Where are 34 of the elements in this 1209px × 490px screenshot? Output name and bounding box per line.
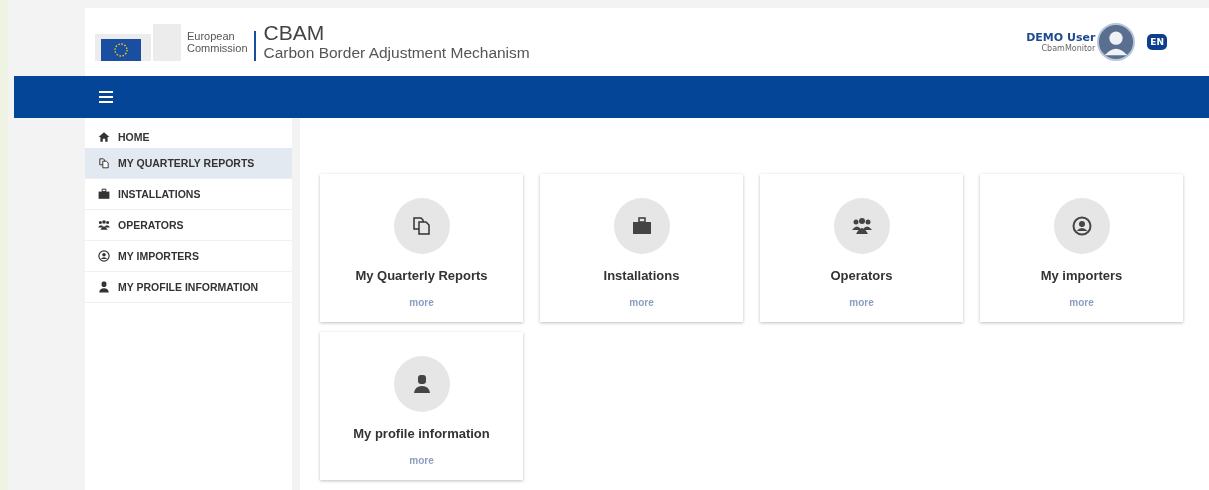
user-circle-icon xyxy=(98,250,110,262)
card-title: My Quarterly Reports xyxy=(355,268,488,283)
commission-logo-icon xyxy=(93,22,183,62)
logo-text: European xyxy=(187,29,236,42)
dashboard-card[interactable]: Operators more xyxy=(760,174,963,322)
user-name[interactable]: DEMO User xyxy=(1026,31,1096,44)
sidebar-item[interactable]: INSTALLATIONS xyxy=(85,179,292,210)
user-role: CbamMonitor xyxy=(1041,44,1096,53)
app-title: CBAM xyxy=(263,21,326,44)
briefcase-icon xyxy=(613,198,670,254)
documents-icon xyxy=(393,198,450,254)
menu-icon[interactable] xyxy=(99,91,113,103)
house-icon xyxy=(98,131,110,143)
card-title: My importers xyxy=(1040,268,1123,283)
people-icon xyxy=(98,219,110,231)
card-title: My profile information xyxy=(353,426,490,441)
dashboard-card[interactable]: My profile information more xyxy=(320,332,523,480)
dashboard-card[interactable]: My Quarterly Reports more xyxy=(320,174,523,322)
briefcase-icon xyxy=(98,188,110,200)
avatar-icon[interactable] xyxy=(1097,23,1136,61)
dashboard-card[interactable]: My importers more xyxy=(980,174,1183,322)
person-icon xyxy=(393,356,450,412)
card-title: Installations xyxy=(603,268,680,283)
logo-text: Commission xyxy=(187,42,248,55)
person-icon xyxy=(98,281,110,293)
card-title: Operators xyxy=(830,268,893,283)
dashboard-card[interactable]: Installations more xyxy=(540,174,743,322)
sidebar-item[interactable]: MY QUARTERLY REPORTS xyxy=(85,148,292,179)
sidebar-item[interactable]: HOME xyxy=(85,126,292,148)
people-icon xyxy=(833,198,890,254)
documents-icon xyxy=(98,157,110,169)
user-circle-icon xyxy=(1053,198,1110,254)
app-subtitle: Carbon Border Adjustment Mechanism xyxy=(263,44,530,62)
language-button[interactable]: EN xyxy=(1147,34,1167,50)
